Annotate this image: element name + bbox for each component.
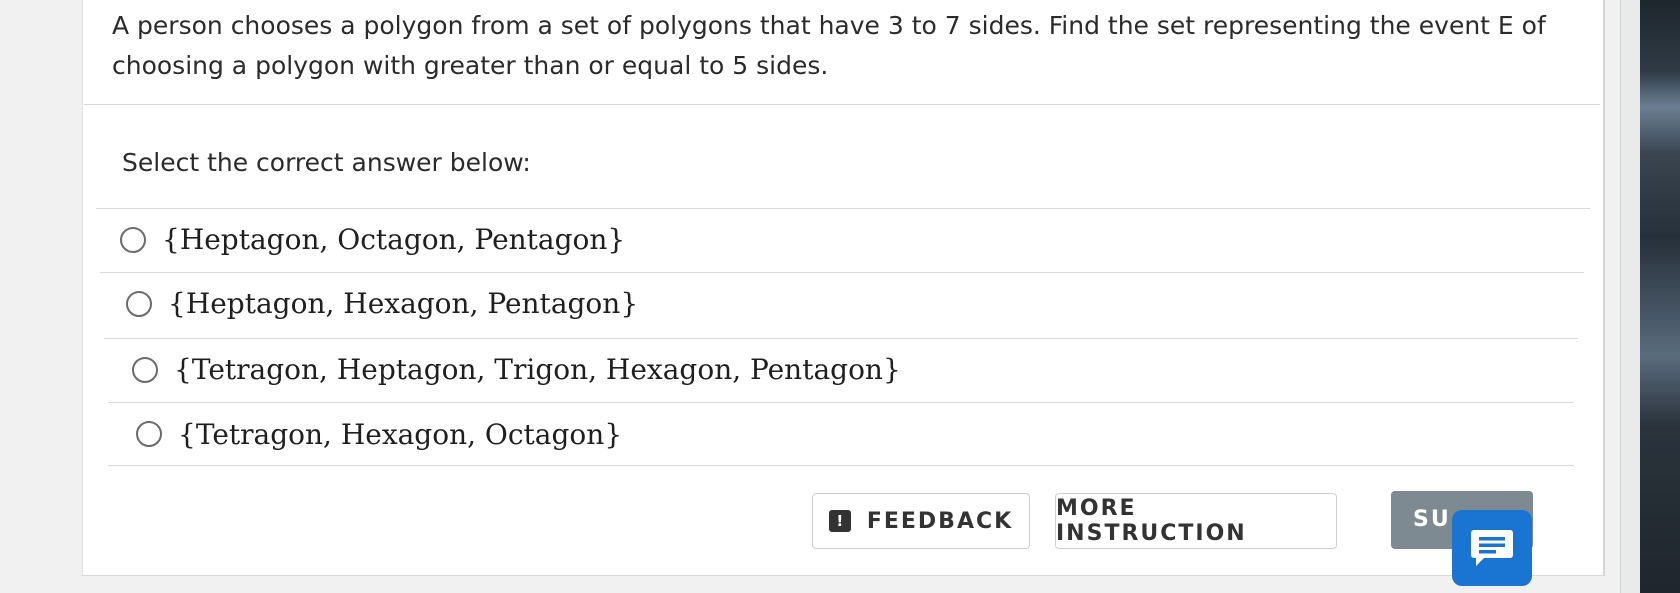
more-instruction-button[interactable]: MORE INSTRUCTION (1055, 493, 1337, 549)
answer-option-2[interactable]: {Heptagon, Hexagon, Pentagon} (100, 272, 1584, 334)
feedback-button-label: FEEDBACK (866, 508, 1014, 534)
answer-option-4[interactable]: {Tetragon, Hexagon, Octagon} (108, 402, 1574, 466)
screen: A person chooses a polygon from a set of… (0, 0, 1680, 593)
answer-option-1[interactable]: {Heptagon, Octagon, Pentagon} (96, 208, 1590, 270)
answer-option-label: {Heptagon, Octagon, Pentagon} (162, 223, 626, 256)
answer-option-3[interactable]: {Tetragon, Heptagon, Trigon, Hexagon, Pe… (104, 338, 1578, 400)
question-divider (84, 104, 1600, 105)
answer-option-label: {Tetragon, Hexagon, Octagon} (178, 417, 623, 451)
chat-button[interactable] (1452, 510, 1532, 586)
radio-button[interactable] (126, 290, 152, 317)
question-text: A person chooses a polygon from a set of… (112, 11, 1546, 80)
feedback-button[interactable]: ! FEEDBACK (812, 493, 1030, 549)
answer-instruction: Select the correct answer below: (122, 148, 531, 177)
monitor-bezel (1620, 0, 1641, 593)
radio-button[interactable] (120, 226, 146, 253)
answer-option-label: {Heptagon, Hexagon, Pentagon} (168, 287, 639, 320)
radio-button[interactable] (132, 356, 158, 383)
answer-option-label: {Tetragon, Heptagon, Trigon, Hexagon, Pe… (174, 353, 901, 386)
alert-icon: ! (828, 510, 851, 532)
more-instruction-button-label: MORE INSTRUCTION (1056, 496, 1247, 546)
radio-button[interactable] (136, 421, 162, 447)
desktop-background (1640, 0, 1680, 593)
submit-button-label: SU (1413, 507, 1451, 532)
chat-icon (1471, 530, 1513, 566)
